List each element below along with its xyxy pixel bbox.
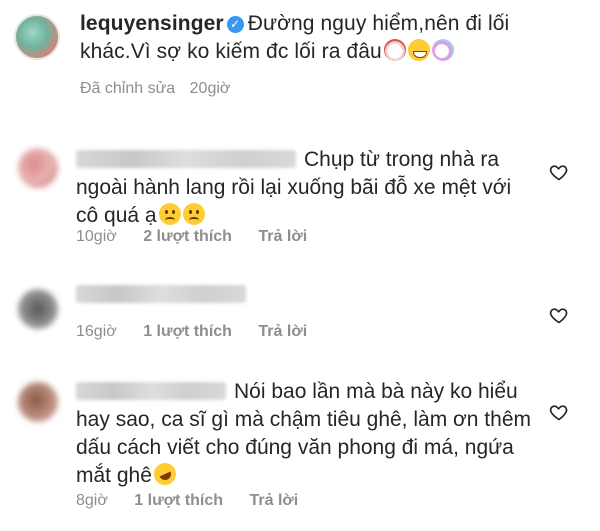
sad-emoji xyxy=(158,203,181,225)
avatar[interactable] xyxy=(18,289,58,329)
heart-icon[interactable] xyxy=(549,305,569,325)
clown-emoji xyxy=(383,39,406,61)
post-caption: lequyensinger ✓ Đường nguy hiểm,nên đi lối… xyxy=(0,0,600,120)
heart-icon[interactable] xyxy=(549,402,569,422)
avatar[interactable] xyxy=(14,14,60,60)
comment-meta: 10giờ 2 lượt thích Trả lời xyxy=(76,228,307,246)
commenter-username[interactable] xyxy=(76,150,296,168)
comment-meta: 16giờ 1 lượt thích Trả lời xyxy=(76,323,307,341)
grin-sweat-emoji xyxy=(407,39,430,61)
comment-likes[interactable]: 2 lượt thích xyxy=(143,228,232,246)
commenter-username[interactable] xyxy=(76,285,246,303)
avatar[interactable] xyxy=(18,382,58,422)
comment-meta: 8giờ 1 lượt thích Trả lời xyxy=(76,492,298,510)
sad-emoji xyxy=(182,203,205,225)
comment-likes[interactable]: 1 lượt thích xyxy=(134,492,223,510)
comment-time[interactable]: 8giờ xyxy=(76,492,108,510)
comment-text: Chụp từ trong nhà ra ngoài hành lang rồi… xyxy=(76,146,536,230)
comment-text: Nói bao lần mà bà này ko hiểu hay sao, c… xyxy=(76,378,536,490)
rofl-emoji xyxy=(150,459,180,489)
heart-icon[interactable] xyxy=(549,162,569,182)
post-username[interactable]: lequyensinger xyxy=(80,12,224,35)
comment-likes[interactable]: 1 lượt thích xyxy=(143,323,232,341)
unicorn-emoji xyxy=(431,39,454,61)
comment-time[interactable]: 10giờ xyxy=(76,228,117,246)
post-meta: Đã chỉnh sửa 20giờ xyxy=(80,80,240,98)
commenter-username[interactable] xyxy=(76,382,226,400)
edited-label: Đã chỉnh sửa xyxy=(80,80,176,97)
comment-text xyxy=(76,281,536,309)
reply-button[interactable]: Trả lời xyxy=(258,228,307,246)
caption-text: lequyensinger ✓ Đường nguy hiểm,nên đi lối… xyxy=(80,10,580,66)
reply-button[interactable]: Trả lời xyxy=(250,492,299,510)
comment-time[interactable]: 16giờ xyxy=(76,323,117,341)
avatar[interactable] xyxy=(18,148,58,188)
post-time[interactable]: 20giờ xyxy=(190,80,231,97)
verified-badge-icon: ✓ xyxy=(226,16,244,33)
reply-button[interactable]: Trả lời xyxy=(258,323,307,341)
